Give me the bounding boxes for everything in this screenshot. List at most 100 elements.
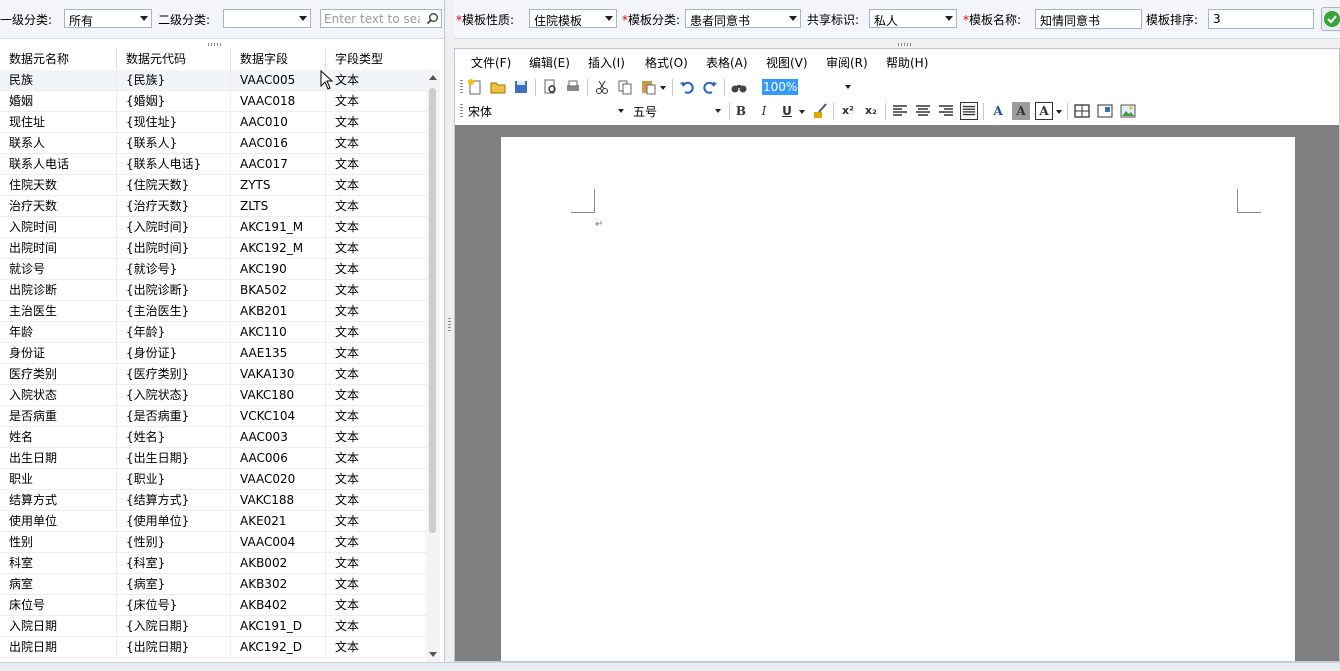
menu-review[interactable]: 审阅(R) xyxy=(826,54,868,71)
table-row[interactable]: 就诊号 {就诊号} AKC190 文本 xyxy=(0,259,426,280)
table-row[interactable]: 病室 {病室} AKB302 文本 xyxy=(0,574,426,595)
table-row[interactable]: 结算方式 {结算方式} VAKC188 文本 xyxy=(0,490,426,511)
category-select[interactable]: 患者同意书 xyxy=(685,9,801,28)
print-preview-icon[interactable] xyxy=(541,78,559,96)
chevron-down-icon[interactable] xyxy=(799,110,805,114)
template-name-input[interactable]: 知情同意书 xyxy=(1035,9,1142,29)
chevron-down-icon[interactable] xyxy=(660,86,666,90)
menu-edit[interactable]: 编辑(E) xyxy=(529,54,570,71)
table-row[interactable]: 身份证 {身份证} AAE135 文本 xyxy=(0,343,426,364)
template-order-input[interactable]: 3 xyxy=(1208,9,1314,29)
menu-insert[interactable]: 插入(I) xyxy=(588,54,625,71)
menu-help[interactable]: 帮助(H) xyxy=(886,54,928,71)
share-select[interactable]: 私人 xyxy=(869,9,957,28)
column-header-name[interactable]: 数据元名称 xyxy=(0,48,117,70)
column-header-type[interactable]: 字段类型 xyxy=(326,48,426,70)
table-row[interactable]: 婚姻 {婚姻} VAAC018 文本 xyxy=(0,91,426,112)
column-header-field[interactable]: 数据字段 xyxy=(231,48,326,70)
subscript-button[interactable]: x₂ xyxy=(862,102,880,120)
vertical-splitter-grip[interactable] xyxy=(448,318,451,332)
cell-field: VAAC018 xyxy=(231,91,326,111)
table-row[interactable]: 使用单位 {使用单位} AKE021 文本 xyxy=(0,511,426,532)
table-row[interactable]: 姓名 {姓名} AAC003 文本 xyxy=(0,427,426,448)
splitter-grip[interactable] xyxy=(208,43,222,46)
table-row[interactable]: 治疗天数 {治疗天数} ZLTS 文本 xyxy=(0,196,426,217)
splitter-grip[interactable] xyxy=(898,43,912,46)
paste-icon[interactable] xyxy=(639,78,657,96)
table-row[interactable]: 入院日期 {入院日期} AKC191_D 文本 xyxy=(0,616,426,637)
grid-scrollbar[interactable] xyxy=(426,70,440,662)
align-center-icon[interactable] xyxy=(914,102,932,120)
new-doc-icon[interactable] xyxy=(466,78,484,96)
char-border-button[interactable]: A xyxy=(1035,102,1053,120)
text-box-icon[interactable] xyxy=(1096,102,1114,120)
format-painter-icon[interactable] xyxy=(811,102,829,120)
highlight-button[interactable]: A xyxy=(1012,102,1030,120)
table-row[interactable]: 出院时间 {出院时间} AKC192_M 文本 xyxy=(0,238,426,259)
table-row[interactable]: 出院日期 {出院日期} AKC192_D 文本 xyxy=(0,637,426,658)
print-icon[interactable] xyxy=(564,78,582,96)
redo-icon[interactable] xyxy=(701,78,719,96)
zoom-select[interactable]: 100% xyxy=(761,78,853,96)
table-row[interactable]: 医疗类别 {医疗类别} VAKA130 文本 xyxy=(0,364,426,385)
table-row[interactable]: 联系人 {联系人} AAC016 文本 xyxy=(0,133,426,154)
superscript-button[interactable]: x² xyxy=(839,102,857,120)
table-row[interactable]: 住院天数 {住院天数} ZYTS 文本 xyxy=(0,175,426,196)
table-row[interactable]: 职业 {职业} VAAC020 文本 xyxy=(0,469,426,490)
nature-select[interactable]: 住院模板 xyxy=(529,9,617,28)
table-icon[interactable] xyxy=(1073,102,1091,120)
table-row[interactable]: 科室 {科室} AKB002 文本 xyxy=(0,553,426,574)
document-page[interactable]: ↵ xyxy=(501,137,1295,661)
table-row[interactable]: 民族 {民族} VAAC005 文本 xyxy=(0,70,426,91)
format-toolbar: 宋体 五号 B I U x² x₂ A A A xyxy=(455,99,1339,124)
align-right-icon[interactable] xyxy=(937,102,955,120)
scroll-thumb[interactable] xyxy=(429,88,436,533)
font-size-select[interactable]: 五号 xyxy=(631,102,723,120)
table-row[interactable]: 联系人电话 {联系人电话} AAC017 文本 xyxy=(0,154,426,175)
level1-select[interactable]: 所有 xyxy=(64,9,152,28)
open-folder-icon[interactable] xyxy=(489,78,507,96)
table-row[interactable]: 床位号 {床位号} AKB402 文本 xyxy=(0,595,426,616)
undo-icon[interactable] xyxy=(678,78,696,96)
chevron-down-icon[interactable] xyxy=(1056,110,1062,114)
menu-format[interactable]: 格式(O) xyxy=(645,54,688,71)
menu-file[interactable]: 文件(F) xyxy=(471,54,511,71)
search-input[interactable]: Enter text to search xyxy=(320,9,442,28)
justify-icon[interactable] xyxy=(960,102,978,120)
font-color-button[interactable]: A xyxy=(989,102,1007,120)
search-icon[interactable] xyxy=(426,12,439,25)
bold-button[interactable]: B xyxy=(732,102,750,120)
image-icon[interactable] xyxy=(1119,102,1137,120)
font-name-select[interactable]: 宋体 xyxy=(466,102,626,120)
table-row[interactable]: 是否病重 {是否病重} VCKC104 文本 xyxy=(0,406,426,427)
scroll-up-icon[interactable] xyxy=(429,75,437,80)
table-row[interactable]: 主治医生 {主治医生} AKB201 文本 xyxy=(0,301,426,322)
cut-icon[interactable] xyxy=(593,78,611,96)
cell-name: 是否病重 xyxy=(0,406,117,426)
level2-select[interactable] xyxy=(223,9,311,28)
underline-button[interactable]: U xyxy=(778,102,796,120)
table-row[interactable]: 入院时间 {入院时间} AKC191_M 文本 xyxy=(0,217,426,238)
toolbar-grip[interactable] xyxy=(460,80,463,95)
cell-type: 文本 xyxy=(335,619,360,633)
table-row[interactable]: 出院诊断 {出院诊断} BKA502 文本 xyxy=(0,280,426,301)
copy-icon[interactable] xyxy=(616,78,634,96)
menu-view[interactable]: 视图(V) xyxy=(766,54,808,71)
confirm-button[interactable] xyxy=(1321,7,1340,31)
scroll-down-icon[interactable] xyxy=(429,652,437,657)
toolbar-grip[interactable] xyxy=(460,104,463,119)
align-left-icon[interactable] xyxy=(891,102,909,120)
save-icon[interactable] xyxy=(512,78,530,96)
menu-table[interactable]: 表格(A) xyxy=(706,54,748,71)
table-row[interactable]: 现住址 {现住址} AAC010 文本 xyxy=(0,112,426,133)
find-icon[interactable] xyxy=(730,78,748,96)
column-header-code[interactable]: 数据元代码 xyxy=(117,48,231,70)
table-row[interactable]: 年龄 {年龄} AKC110 文本 xyxy=(0,322,426,343)
italic-button[interactable]: I xyxy=(755,102,773,120)
table-row[interactable]: 出生日期 {出生日期} AAC006 文本 xyxy=(0,448,426,469)
table-row[interactable]: 入院状态 {入院状态} VAKC180 文本 xyxy=(0,385,426,406)
table-row[interactable]: 性别 {性别} VAAC004 文本 xyxy=(0,532,426,553)
cell-type: 文本 xyxy=(335,157,360,171)
search-placeholder: Enter text to search xyxy=(324,12,420,26)
cell-field: AKC192_D xyxy=(231,637,326,657)
